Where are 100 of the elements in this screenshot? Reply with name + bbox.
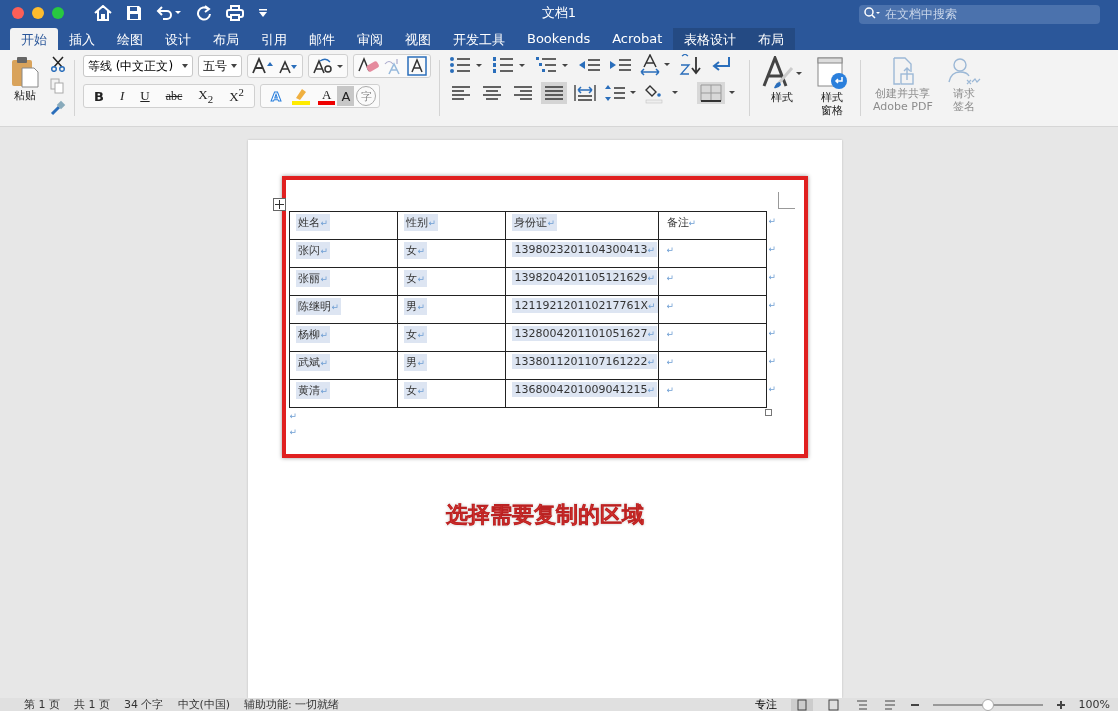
person-signature-icon <box>946 56 981 86</box>
character-border-icon[interactable] <box>407 56 427 76</box>
customize-caret-icon[interactable] <box>258 8 268 18</box>
grow-font-icon[interactable] <box>251 57 275 75</box>
ribbon-tab[interactable]: 开始 <box>10 28 58 50</box>
clipboard-icon <box>10 56 40 88</box>
search-field[interactable]: 在文档中搜索 <box>859 4 1100 24</box>
table-move-handle[interactable] <box>273 198 287 211</box>
styles-pane-button[interactable]: 样式 窗格 <box>812 54 852 120</box>
redo-icon[interactable] <box>196 5 212 21</box>
table-cell[interactable]: 1338011201107161222↵ <box>505 351 659 380</box>
align-icon[interactable] <box>541 82 567 104</box>
ribbon-tab[interactable]: 插入 <box>58 28 106 50</box>
home-icon[interactable] <box>94 5 112 21</box>
focus-button[interactable]: 专注 <box>754 698 777 711</box>
zoom-slider-thumb[interactable] <box>981 698 994 711</box>
change-case-icon[interactable] <box>312 57 344 75</box>
table-cell[interactable]: 女↵ <box>397 323 506 352</box>
table-cell[interactable]: 1368004201009041215↵ <box>505 379 659 408</box>
cell-selection: 备注↵ <box>665 215 698 231</box>
table-cell[interactable]: 黄清↵ <box>289 379 398 408</box>
minimize-button[interactable] <box>32 7 44 19</box>
table-cell[interactable]: 女↵ <box>397 239 506 268</box>
cell-selection: ↵ <box>665 384 676 397</box>
status-text: 第 1 页 <box>24 698 60 711</box>
table-cell[interactable]: 1398023201104300413↵ <box>505 239 659 268</box>
distributed-icon[interactable] <box>572 82 598 104</box>
cell-selection: ↵ <box>665 244 676 257</box>
format-button[interactable]: U <box>133 86 157 106</box>
table-cell[interactable]: 121192120110217761X↵ <box>505 295 659 324</box>
character-spacing-icon[interactable] <box>639 54 673 76</box>
table-cell[interactable]: 杨柳↵ <box>289 323 398 352</box>
annotation-caption: 选择需要复制的区域 <box>446 501 644 529</box>
cell-selection: 121192120110217761X↵ <box>512 298 658 313</box>
table-cell[interactable]: 张丽↵ <box>289 267 398 296</box>
format-button[interactable]: X$^{2}$ <box>222 86 251 106</box>
cell-selection: ↵ <box>665 328 676 341</box>
table-header-cell[interactable]: 姓名↵ <box>289 211 398 240</box>
table-cell[interactable]: 1328004201101051627↵ <box>505 323 659 352</box>
eraser-icon[interactable] <box>357 57 381 75</box>
cell-selection: 1368004201009041215↵ <box>512 382 657 397</box>
zoom-out-button[interactable] <box>910 703 919 706</box>
cell-selection: ↵ <box>665 272 676 285</box>
cell-selection: 武斌↵ <box>296 354 330 371</box>
ribbon-tab[interactable]: 邮件 <box>298 28 346 50</box>
format-button[interactable]: B <box>87 86 111 106</box>
table-resize-handle[interactable] <box>764 409 772 416</box>
paragraph-mark: ↵ <box>289 426 297 439</box>
table-cell[interactable]: 武斌↵ <box>289 351 398 380</box>
ribbon-tab[interactable]: 布局 <box>202 28 250 50</box>
character-shading-button[interactable]: A <box>337 86 355 106</box>
cell-selection: 1398023201104300413↵ <box>512 242 657 257</box>
format-painter-icon[interactable] <box>50 100 66 116</box>
table-header-cell[interactable]: 性别↵ <box>397 211 506 240</box>
print-layout-icon[interactable] <box>790 698 813 711</box>
window-title: 文档1 <box>540 4 578 22</box>
zoom-in-button[interactable] <box>1056 700 1065 709</box>
table-header-cell[interactable]: 备注↵ <box>658 211 767 240</box>
table-cell[interactable]: 女↵ <box>397 267 506 296</box>
styles-pane-icon <box>816 56 848 90</box>
table-cell[interactable]: 男↵ <box>397 295 506 324</box>
ribbon-tab[interactable]: 表格设计 <box>673 28 748 50</box>
cell-selection: 1328004201101051627↵ <box>512 326 657 341</box>
font-name-dropdown[interactable]: 等线 (中文正文) <box>83 55 193 77</box>
margin-corner-mark <box>777 192 795 209</box>
cell-selection: 张闪↵ <box>296 242 330 259</box>
cell-selection: 姓名↵ <box>296 214 330 231</box>
text-effects-button[interactable]: A <box>263 86 288 106</box>
cell-selection: 性别↵ <box>404 214 438 231</box>
ribbon-tab[interactable]: 视图 <box>394 28 442 50</box>
table-cell[interactable]: 男↵ <box>397 351 506 380</box>
ribbon-tab[interactable]: 设计 <box>154 28 202 50</box>
table-header-cell[interactable]: 身份证↵ <box>505 211 659 240</box>
ribbon-tab[interactable]: Acrobat <box>601 28 674 50</box>
table-cell[interactable]: 女↵ <box>397 379 506 408</box>
table-cell[interactable]: 张闪↵ <box>289 239 398 268</box>
ribbon-tab[interactable]: Bookends <box>516 28 602 50</box>
sort-icon[interactable] <box>678 54 704 76</box>
cell-selection: 陈继明↵ <box>296 298 341 315</box>
zoom-button[interactable] <box>52 7 64 19</box>
ribbon-tab[interactable]: 审阅 <box>346 28 394 50</box>
table-cell[interactable]: 陈继明↵ <box>289 295 398 324</box>
cell-selection: 张丽↵ <box>296 270 330 287</box>
scissors-icon[interactable] <box>50 56 66 72</box>
undo-icon[interactable] <box>156 5 182 21</box>
ribbon-tab[interactable]: 引用 <box>250 28 298 50</box>
table-cell[interactable]: 1398204201105121629↵ <box>505 267 659 296</box>
ribbon-tab[interactable]: 绘图 <box>106 28 154 50</box>
paste-button[interactable]: 粘贴 <box>6 54 44 105</box>
save-icon[interactable] <box>126 5 142 21</box>
cell-selection: 女↵ <box>404 242 427 259</box>
ribbon-tab[interactable]: 布局 <box>747 28 796 50</box>
font-size-dropdown[interactable]: 五号 <box>198 55 242 77</box>
format-button[interactable]: abc <box>158 86 190 106</box>
ribbon-tab[interactable]: 开发工具 <box>442 28 516 50</box>
print-icon[interactable] <box>226 5 244 21</box>
cell-selection: 黄清↵ <box>296 382 330 399</box>
styles-button[interactable]: 样式 <box>758 54 806 107</box>
format-button[interactable]: I <box>112 86 132 106</box>
format-button[interactable]: X$_{2}$ <box>191 86 221 106</box>
